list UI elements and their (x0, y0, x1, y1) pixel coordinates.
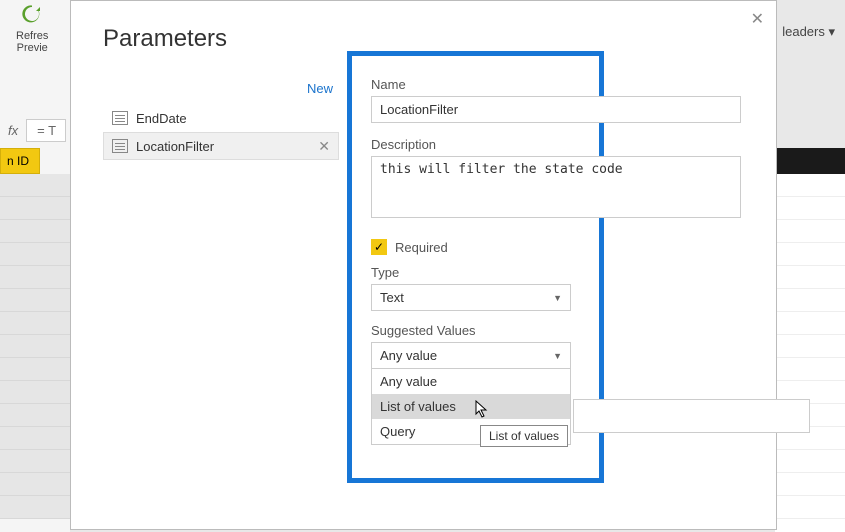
sidebar-item-label: LocationFilter (136, 139, 310, 154)
param-form: Name Description this will filter the st… (371, 77, 741, 381)
grid-rows-left (0, 174, 70, 532)
sv-option-any[interactable]: Any value (372, 369, 570, 394)
suggested-values-select[interactable]: Any value ▼ (371, 342, 571, 369)
grid-rows-right (775, 148, 845, 532)
formula-bar: fx = T (0, 116, 66, 144)
ribbon-headers-button[interactable]: leaders ▾ (782, 24, 835, 40)
chevron-down-icon: ▼ (553, 351, 562, 361)
parameters-dialog: ✕ Parameters New EndDate LocationFilter … (70, 0, 777, 530)
tooltip: List of values (480, 425, 568, 447)
name-input[interactable] (371, 96, 741, 123)
sidebar-item-locationfilter[interactable]: LocationFilter ✕ (103, 132, 339, 160)
type-label: Type (371, 265, 741, 280)
formula-input[interactable]: = T (26, 119, 66, 142)
chevron-down-icon: ▼ (553, 293, 562, 303)
dialog-title: Parameters (103, 25, 227, 53)
suggested-values-label: Suggested Values (371, 323, 741, 338)
preview-label: Previe (17, 42, 48, 54)
column-header[interactable]: n ID (0, 148, 40, 174)
sv-option-list[interactable]: List of values (372, 394, 570, 419)
description-label: Description (371, 137, 741, 152)
new-param-link[interactable]: New (103, 77, 339, 104)
name-label: Name (371, 77, 741, 92)
refresh-icon (16, 0, 48, 28)
close-button[interactable]: ✕ (751, 9, 764, 29)
ribbon-refresh-button[interactable]: Refres Previe (16, 0, 48, 54)
param-sidebar: New EndDate LocationFilter ✕ (103, 77, 339, 160)
type-value: Text (380, 290, 404, 305)
param-icon (112, 111, 128, 125)
param-icon (112, 139, 128, 153)
required-label: Required (395, 240, 448, 255)
delete-param-button[interactable]: ✕ (318, 138, 330, 155)
refresh-label: Refres (16, 30, 48, 42)
required-checkbox[interactable]: ✓ (371, 239, 387, 255)
description-input[interactable]: this will filter the state code (371, 156, 741, 218)
sidebar-item-enddate[interactable]: EndDate (103, 104, 339, 132)
type-select[interactable]: Text ▼ (371, 284, 571, 311)
suggested-values-value: Any value (380, 348, 437, 363)
sidebar-item-label: EndDate (136, 111, 330, 126)
current-value-input[interactable] (573, 399, 810, 433)
fx-label: fx (0, 123, 26, 138)
